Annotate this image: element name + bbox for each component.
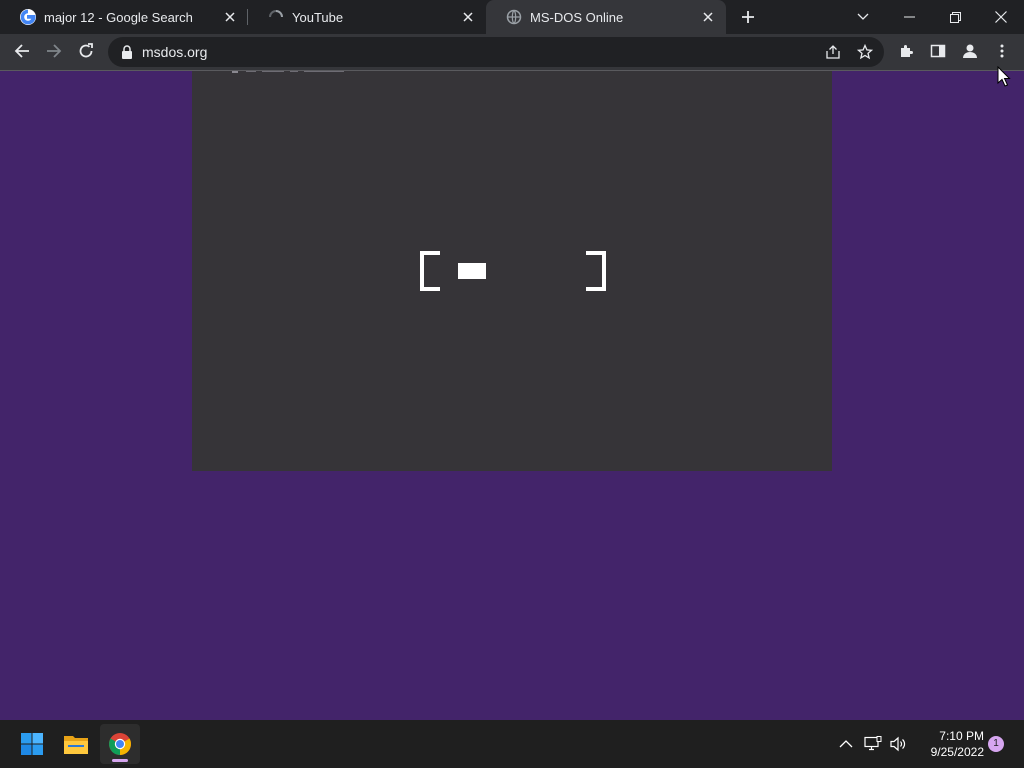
- clock-time: 7:10 PM: [939, 729, 984, 743]
- restore-icon: [949, 11, 961, 23]
- close-icon: [995, 11, 1007, 23]
- chevron-down-icon: [857, 13, 869, 20]
- bookmark-button[interactable]: [854, 41, 876, 63]
- screen: major 12 - Google Search YouTube MS-DOS …: [0, 0, 1024, 768]
- tab-title: MS-DOS Online: [530, 9, 624, 25]
- close-icon[interactable]: [458, 7, 478, 27]
- file-explorer-icon: [64, 736, 88, 754]
- minimize-icon: [903, 16, 915, 18]
- chrome-button[interactable]: [100, 724, 140, 764]
- browser-menu-button[interactable]: [987, 36, 1017, 66]
- arrow-left-icon: [14, 44, 29, 58]
- windows-start-icon: [21, 733, 43, 755]
- network-button[interactable]: [861, 732, 885, 756]
- profile-button[interactable]: [955, 36, 985, 66]
- reload-icon: [79, 43, 93, 58]
- tab-youtube[interactable]: YouTube: [248, 0, 486, 34]
- reload-button[interactable]: [71, 36, 101, 66]
- mouse-cursor-icon: [997, 66, 1011, 87]
- share-button[interactable]: [822, 41, 844, 63]
- puzzle-icon: [901, 45, 913, 57]
- windows-taskbar: 7:10 PM 9/25/2022 1: [0, 720, 1024, 768]
- dos-emulator-screen[interactable]: [192, 71, 832, 471]
- loader-bracket-left: [420, 251, 440, 291]
- network-icon: [864, 736, 882, 751]
- share-icon: [826, 45, 840, 59]
- new-tab-button[interactable]: [736, 5, 760, 29]
- url-text[interactable]: msdos.org: [142, 44, 207, 60]
- volume-button[interactable]: [886, 732, 910, 756]
- avatar-icon: [963, 44, 977, 58]
- side-panel-button[interactable]: [923, 36, 953, 66]
- loading-indicator: [420, 251, 606, 291]
- back-button[interactable]: [7, 36, 37, 66]
- page-background: [0, 71, 1024, 720]
- close-icon[interactable]: [220, 7, 240, 27]
- side-panel-icon: [930, 44, 946, 58]
- speaker-icon: [890, 736, 906, 752]
- chrome-icon: [109, 733, 131, 755]
- tab-google-search[interactable]: major 12 - Google Search: [0, 0, 248, 34]
- tab-strip: major 12 - Google Search YouTube MS-DOS …: [0, 0, 1024, 34]
- google-icon: [20, 9, 36, 25]
- loader-bracket-right: [586, 251, 606, 291]
- start-button[interactable]: [12, 724, 52, 764]
- clock-date: 9/25/2022: [930, 745, 984, 759]
- active-app-indicator: [112, 759, 128, 762]
- restore-button[interactable]: [932, 0, 978, 34]
- browser-toolbar: msdos.org: [0, 34, 1024, 71]
- close-window-button[interactable]: [978, 0, 1024, 34]
- tab-ms-dos-online[interactable]: MS-DOS Online: [486, 0, 726, 34]
- plus-icon: [742, 11, 754, 23]
- chevron-up-icon: [839, 740, 853, 748]
- address-bar[interactable]: msdos.org: [108, 37, 884, 67]
- show-hidden-icons-button[interactable]: [834, 732, 858, 756]
- tab-search-button[interactable]: [840, 0, 886, 34]
- globe-icon: [506, 9, 522, 25]
- tab-title: major 12 - Google Search: [44, 9, 193, 25]
- lock-icon[interactable]: [120, 45, 134, 59]
- loader-progress-track: [458, 263, 568, 279]
- kebab-menu-icon: [1000, 44, 1004, 58]
- loading-spinner-icon: [268, 9, 284, 25]
- extensions-button[interactable]: [891, 36, 921, 66]
- minimize-button[interactable]: [886, 0, 932, 34]
- notification-badge[interactable]: 1: [988, 736, 1004, 752]
- dos-text-fragment: [232, 71, 344, 73]
- forward-button[interactable]: [39, 36, 69, 66]
- file-explorer-button[interactable]: [56, 724, 96, 764]
- loader-progress-fill: [458, 263, 486, 279]
- system-clock[interactable]: 7:10 PM 9/25/2022: [914, 728, 984, 760]
- arrow-right-icon: [47, 44, 62, 58]
- tab-title: YouTube: [292, 9, 344, 25]
- close-icon[interactable]: [698, 7, 718, 27]
- star-icon: [857, 44, 873, 60]
